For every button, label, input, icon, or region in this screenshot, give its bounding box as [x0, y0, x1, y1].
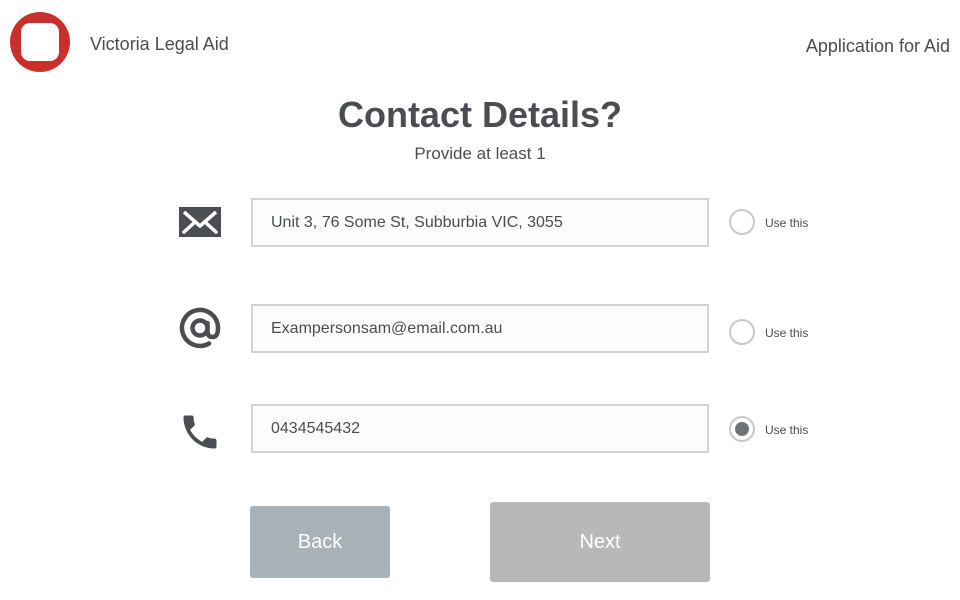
- use-email-label: Use this: [765, 326, 809, 340]
- at-sign-icon: [179, 307, 221, 349]
- next-button[interactable]: Next: [490, 502, 710, 582]
- phone-icon: [183, 415, 217, 449]
- use-phone-radio[interactable]: [729, 416, 755, 442]
- page-subtitle: Provide at least 1: [414, 144, 546, 163]
- use-email-radio[interactable]: [729, 319, 755, 345]
- phone-field[interactable]: [251, 404, 709, 453]
- app-title: Application for Aid: [805, 36, 950, 56]
- use-address-radio[interactable]: [729, 209, 755, 235]
- address-field[interactable]: [251, 198, 709, 247]
- org-name: Victoria Legal Aid: [90, 34, 229, 54]
- envelope-icon: [179, 207, 221, 237]
- vla-logo: [10, 12, 70, 72]
- back-button[interactable]: Back: [250, 506, 390, 578]
- logo-inner-square: [21, 23, 59, 61]
- page-title: Contact Details?: [337, 94, 623, 135]
- use-phone-label: Use this: [765, 423, 809, 437]
- email-field[interactable]: [251, 304, 709, 353]
- use-address-label: Use this: [765, 216, 809, 230]
